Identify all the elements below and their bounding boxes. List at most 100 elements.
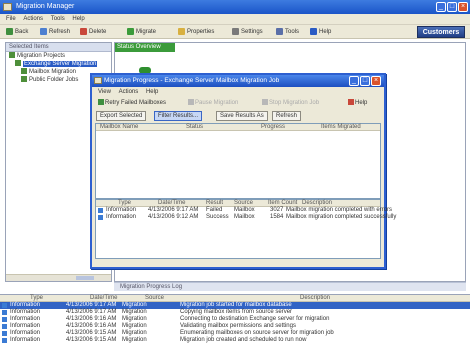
- main-window-title: Migration Manager: [16, 3, 75, 10]
- gear-icon: [232, 27, 239, 35]
- dialog-menu-actions[interactable]: Actions: [119, 89, 139, 95]
- column-result[interactable]: Result: [206, 200, 223, 207]
- dialog-help-button[interactable]: Help: [348, 99, 367, 108]
- menu-tools[interactable]: Tools: [51, 14, 65, 25]
- mailbox-list[interactable]: Mailbox Name Status Progress Items Migra…: [95, 123, 381, 199]
- tree-item-projects[interactable]: Migration Projects: [6, 52, 111, 60]
- column-description[interactable]: Description: [302, 200, 332, 207]
- refresh-button[interactable]: Refresh: [272, 111, 302, 121]
- menu-actions[interactable]: Actions: [23, 14, 43, 25]
- pause-migration-button[interactable]: Pause Migration: [188, 99, 238, 108]
- log-row[interactable]: Information 4/13/2006 9:15 AM Migration …: [0, 337, 470, 344]
- retry-failed-button[interactable]: Retry Failed Mailboxes: [98, 99, 166, 108]
- log-row[interactable]: Information 4/13/2006 9:15 AM Migration …: [0, 330, 470, 337]
- toolbar-refresh[interactable]: Refresh: [40, 27, 70, 37]
- menu-file[interactable]: File: [6, 14, 16, 25]
- column-item-count[interactable]: Item Count: [268, 200, 297, 207]
- tools-icon: [276, 27, 283, 35]
- dialog-toolbar: Retry Failed Mailboxes Pause Migration S…: [92, 98, 384, 109]
- info-icon: [2, 317, 7, 322]
- mailbox-icon: [21, 68, 27, 75]
- column-mailbox-name[interactable]: Mailbox Name: [100, 124, 138, 131]
- dialog-menu-view[interactable]: View: [98, 89, 111, 95]
- migration-results-list[interactable]: Type Date/Time Result Source Item Count …: [95, 199, 396, 259]
- close-button[interactable]: ×: [458, 2, 468, 12]
- log-column-type[interactable]: Type: [30, 295, 43, 302]
- dialog-title: Migration Progress - Exchange Server Mai…: [104, 77, 280, 84]
- help-icon: [348, 99, 354, 106]
- toolbar-migrate[interactable]: Migrate: [127, 27, 156, 37]
- export-selected-button[interactable]: Export Selected: [96, 111, 147, 121]
- table-row[interactable]: Information 4/13/2006 9:12 AM Success Ma…: [96, 214, 396, 221]
- log-row[interactable]: Information 4/13/2006 9:16 AM Migration …: [0, 316, 470, 323]
- dialog-close-button[interactable]: ×: [371, 76, 381, 86]
- column-source[interactable]: Source: [234, 200, 253, 207]
- filter-results-button[interactable]: Filter Results...: [154, 111, 203, 121]
- minimize-button[interactable]: _: [436, 2, 446, 12]
- menu-help[interactable]: Help: [72, 14, 84, 25]
- folder-icon: [21, 76, 27, 83]
- column-items-migrated[interactable]: Items Migrated: [321, 124, 361, 131]
- log-header: Type Date/Time Source Description: [0, 295, 470, 302]
- info-icon: [2, 338, 7, 343]
- stop-icon: [262, 99, 268, 106]
- column-progress[interactable]: Progress: [261, 124, 285, 131]
- dialog-status-bar: [92, 261, 384, 267]
- details-footer: Migration Progress Log: [114, 282, 466, 291]
- tree-header: Selected Items: [6, 43, 111, 52]
- mailbox-list-header: Mailbox Name Status Progress Items Migra…: [96, 124, 380, 131]
- scrollbar-thumb[interactable]: [76, 276, 94, 280]
- column-date-time[interactable]: Date/Time: [158, 200, 185, 207]
- dialog-menu-bar: View Actions Help: [92, 88, 384, 97]
- toolbar-back[interactable]: Back: [6, 27, 28, 37]
- save-results-button[interactable]: Save Results As: [216, 111, 268, 121]
- info-icon: [2, 331, 7, 336]
- toolbar-properties[interactable]: Properties: [178, 27, 214, 37]
- customers-button[interactable]: Customers: [417, 26, 465, 38]
- main-toolbar: Back Refresh Delete Migrate Properties S…: [0, 25, 470, 39]
- dialog-action-bar: Export Selected Filter Results... Save R…: [92, 110, 384, 122]
- results-list-header: Type Date/Time Result Source Item Count …: [96, 200, 380, 207]
- dialog-app-icon: [94, 77, 102, 84]
- delete-icon: [80, 27, 87, 35]
- properties-icon: [178, 27, 185, 35]
- details-header: Status Overview: [115, 43, 175, 52]
- info-icon: [98, 215, 103, 220]
- column-type[interactable]: Type: [118, 200, 131, 207]
- toolbar-tools[interactable]: Tools: [276, 27, 299, 37]
- toolbar-delete[interactable]: Delete: [80, 27, 106, 37]
- log-row[interactable]: Information 4/13/2006 9:17 AM Migration …: [0, 302, 470, 309]
- info-icon: [98, 208, 103, 213]
- dialog-maximize-button[interactable]: □: [360, 76, 370, 86]
- stop-migration-button[interactable]: Stop Migration Job: [262, 99, 319, 108]
- log-column-description[interactable]: Description: [300, 295, 330, 302]
- migration-progress-dialog: Migration Progress - Exchange Server Mai…: [90, 73, 396, 269]
- tree-item-exchange-migration[interactable]: Exchange Server Migration: [6, 60, 111, 68]
- log-column-source[interactable]: Source: [145, 295, 164, 302]
- retry-icon: [98, 99, 104, 106]
- event-log-pane[interactable]: Type Date/Time Source Description Inform…: [0, 294, 470, 352]
- horizontal-scrollbar[interactable]: [6, 274, 111, 281]
- back-arrow-icon: [6, 27, 13, 35]
- maximize-button[interactable]: □: [447, 2, 457, 12]
- toolbar-help[interactable]: Help: [310, 27, 331, 37]
- refresh-icon: [40, 27, 47, 35]
- info-icon: [2, 324, 7, 329]
- dialog-title-bar: Migration Progress - Exchange Server Mai…: [92, 75, 384, 87]
- info-icon: [2, 303, 7, 308]
- main-title-bar: Migration Manager _ □ ×: [0, 0, 470, 14]
- folder-icon: [9, 52, 15, 59]
- log-column-date-time[interactable]: Date/Time: [90, 295, 117, 302]
- migrate-icon: [127, 27, 134, 35]
- log-row[interactable]: Information 4/13/2006 9:16 AM Migration …: [0, 323, 470, 330]
- dialog-menu-help[interactable]: Help: [146, 89, 158, 95]
- help-icon: [310, 27, 317, 35]
- column-status[interactable]: Status: [186, 124, 203, 131]
- info-icon: [2, 310, 7, 315]
- toolbar-settings[interactable]: Settings: [232, 27, 263, 37]
- table-row[interactable]: Information 4/13/2006 9:17 AM Failed Mai…: [96, 207, 392, 214]
- dialog-minimize-button[interactable]: _: [349, 76, 359, 86]
- app-icon: [3, 3, 12, 11]
- log-row[interactable]: Information 4/13/2006 9:17 AM Migration …: [0, 309, 470, 316]
- pause-icon: [188, 99, 194, 106]
